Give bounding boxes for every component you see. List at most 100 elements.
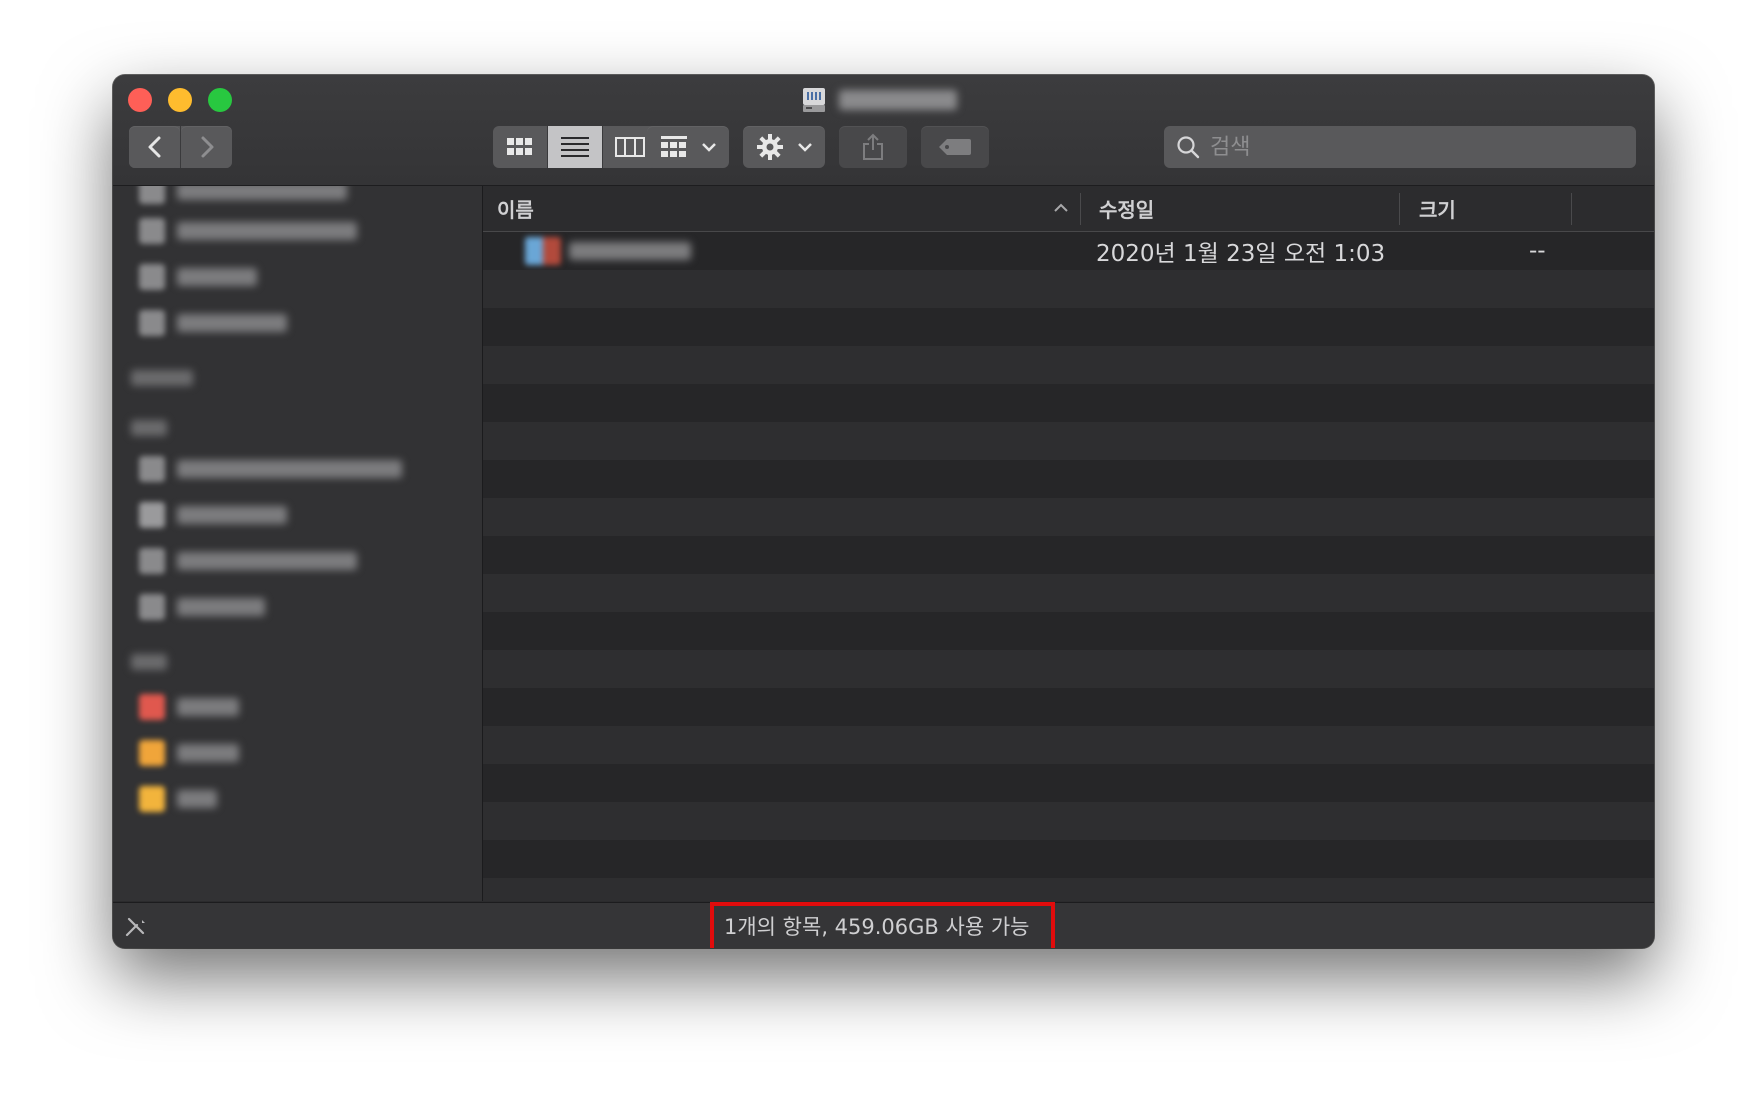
- sidebar-section-header: [131, 654, 167, 670]
- chevron-down-icon: [798, 143, 812, 152]
- column-header-name[interactable]: 이름: [497, 186, 534, 231]
- network-icon: [139, 594, 165, 620]
- sidebar-item[interactable]: [139, 502, 287, 528]
- icon-view-button[interactable]: [493, 126, 548, 168]
- sidebar-section-header: [131, 420, 167, 436]
- gear-icon: [757, 134, 783, 160]
- finder-window: 이름 수정일 크기 2020년 1월 23일 오전 1:03 --: [113, 75, 1654, 948]
- file-modified: 2020년 1월 23일 오전 1:03: [1096, 241, 1386, 267]
- file-icon: [525, 237, 561, 265]
- sidebar-item-label: [177, 314, 287, 332]
- search-icon: [1177, 136, 1200, 159]
- sidebar: [113, 186, 483, 901]
- window-title: [801, 83, 957, 117]
- empty-row: [483, 802, 1654, 840]
- empty-row: [483, 308, 1654, 346]
- forward-button[interactable]: [181, 126, 232, 168]
- group-grid-icon: [661, 136, 687, 157]
- search-input[interactable]: [1208, 133, 1612, 161]
- sidebar-item-label: [177, 744, 239, 762]
- tag-button[interactable]: [921, 126, 989, 168]
- window-title-text: [839, 90, 957, 110]
- sidebar-tag-item[interactable]: [139, 694, 239, 720]
- empty-row: [483, 270, 1654, 308]
- sidebar-item-label: [177, 552, 357, 570]
- close-button[interactable]: [128, 88, 152, 112]
- column-divider[interactable]: [1080, 193, 1081, 225]
- file-name: [569, 242, 691, 260]
- toolbar: [113, 75, 1654, 186]
- tag-icon: [939, 139, 971, 155]
- list-icon: [561, 137, 589, 157]
- sort-ascending-icon: [1054, 203, 1068, 212]
- empty-row: [483, 498, 1654, 536]
- sidebar-item[interactable]: [139, 218, 357, 244]
- column-header-size[interactable]: 크기: [1419, 186, 1456, 231]
- sidebar-item[interactable]: [139, 594, 265, 620]
- sidebar-item[interactable]: [139, 264, 257, 290]
- sidebar-item-label: [177, 222, 357, 240]
- highlight-box: [710, 902, 1055, 948]
- sidebar-item-label: [177, 506, 287, 524]
- sidebar-item-label: [177, 268, 257, 286]
- empty-row: [483, 726, 1654, 764]
- external-drive-icon: [803, 88, 825, 112]
- empty-row: [483, 574, 1654, 612]
- sidebar-item-label: [177, 698, 239, 716]
- folder-icon: [139, 186, 165, 204]
- zoom-button[interactable]: [208, 88, 232, 112]
- back-button[interactable]: [129, 126, 180, 168]
- columns-icon: [615, 137, 645, 157]
- empty-row: [483, 650, 1654, 688]
- minimize-button[interactable]: [168, 88, 192, 112]
- list-view-button[interactable]: [548, 126, 603, 168]
- disc-icon: [139, 502, 165, 528]
- chevron-left-icon: [148, 136, 160, 158]
- file-list: 이름 수정일 크기 2020년 1월 23일 오전 1:03 --: [483, 186, 1654, 901]
- share-button[interactable]: [839, 126, 907, 168]
- file-rows: 2020년 1월 23일 오전 1:03 --: [483, 232, 1654, 901]
- folder-icon: [139, 264, 165, 290]
- empty-row: [483, 422, 1654, 460]
- sidebar-item[interactable]: [139, 548, 357, 574]
- sidebar-item-label: [177, 598, 265, 616]
- action-button[interactable]: [743, 126, 825, 168]
- column-divider[interactable]: [1571, 193, 1572, 225]
- empty-row: [483, 612, 1654, 650]
- empty-row: [483, 688, 1654, 726]
- empty-row: [483, 384, 1654, 422]
- sidebar-tag-item[interactable]: [139, 740, 239, 766]
- sidebar-toggle-icon[interactable]: [124, 914, 148, 938]
- nav-buttons: [129, 126, 232, 168]
- sidebar-item[interactable]: [139, 310, 287, 336]
- drive-icon: [139, 548, 165, 574]
- file-row[interactable]: 2020년 1월 23일 오전 1:03 --: [483, 232, 1654, 270]
- column-header-bar: 이름 수정일 크기: [483, 186, 1654, 232]
- empty-row: [483, 764, 1654, 802]
- computer-icon: [139, 456, 165, 482]
- empty-row: [483, 840, 1654, 878]
- app-icon: [139, 310, 165, 336]
- empty-row: [483, 536, 1654, 574]
- file-size: --: [1529, 238, 1546, 264]
- share-icon: [863, 133, 883, 160]
- sidebar-item-label: [177, 790, 217, 808]
- status-bar: 1개의 항목, 459.06GB 사용 가능: [113, 902, 1654, 948]
- group-button[interactable]: [647, 126, 729, 168]
- tag-orange-icon: [139, 740, 165, 766]
- tag-red-icon: [139, 694, 165, 720]
- chevron-down-icon: [702, 143, 716, 152]
- sidebar-item-label: [177, 186, 347, 200]
- sidebar-section-header: [131, 370, 193, 386]
- sidebar-item[interactable]: [139, 456, 402, 482]
- sidebar-tag-item[interactable]: [139, 786, 217, 812]
- tag-yellow-icon: [139, 786, 165, 812]
- empty-row: [483, 878, 1654, 901]
- chevron-right-icon: [201, 136, 213, 158]
- column-divider[interactable]: [1399, 193, 1400, 225]
- folder-icon: [139, 218, 165, 244]
- column-header-date[interactable]: 수정일: [1099, 186, 1154, 231]
- sidebar-item[interactable]: [139, 186, 347, 204]
- search-field[interactable]: [1164, 126, 1636, 168]
- empty-row: [483, 346, 1654, 384]
